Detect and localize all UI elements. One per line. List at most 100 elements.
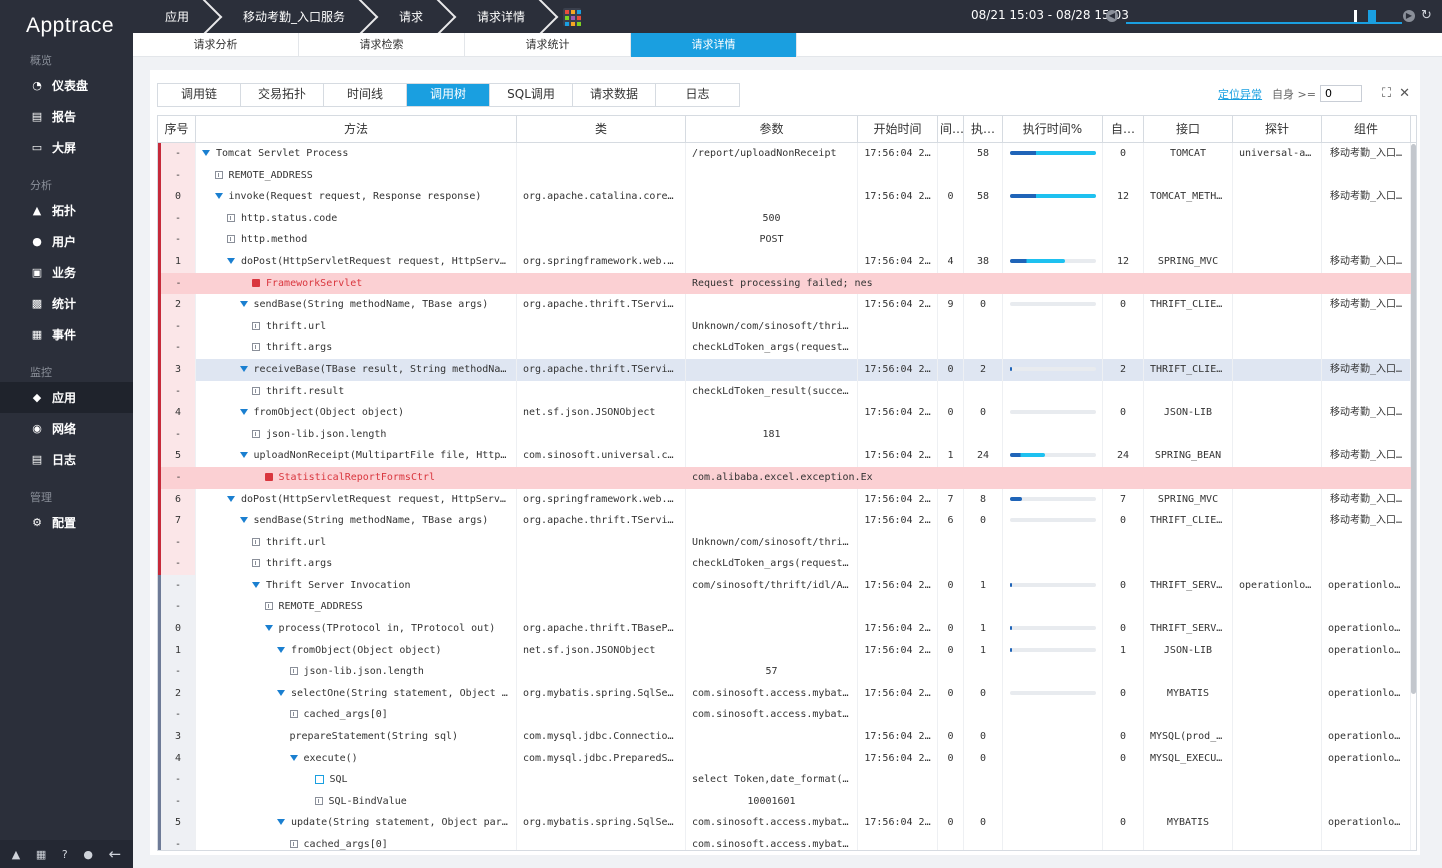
table-row[interactable]: 3 prepareStatement(String sql) com.mysql.j…	[158, 726, 1416, 748]
table-row[interactable]: 0 invoke(Request request, Response respon…	[158, 186, 1416, 208]
subtab[interactable]: 请求分析	[133, 33, 299, 57]
column-header[interactable]: 探针	[1233, 116, 1322, 143]
breadcrumb-item[interactable]: 应用	[133, 0, 211, 33]
self-threshold-input[interactable]	[1319, 85, 1362, 102]
table-row[interactable]: - thrift.result checkLdToken_result(succes…	[158, 380, 1416, 403]
table-row[interactable]: - Thrift Server Invocation com/sinosoft/th…	[158, 574, 1416, 597]
table-row[interactable]: 4 fromObject(Object object) net.sf.json.JS…	[158, 402, 1416, 424]
column-header[interactable]: 开始时间	[858, 116, 938, 143]
view-tab[interactable]: 调用树	[407, 84, 490, 106]
next-range-icon[interactable]: ▶	[1403, 10, 1415, 22]
column-header[interactable]: 接口	[1144, 116, 1233, 143]
table-row[interactable]: - http.method POST	[158, 229, 1416, 251]
sidebar-item[interactable]: ▦ 事件	[0, 319, 133, 350]
shirt-icon[interactable]: ▲	[12, 848, 20, 861]
expand-triangle-icon[interactable]	[239, 517, 248, 524]
table-row[interactable]: 3 receiveBase(TBase result, String method…	[158, 358, 1416, 381]
table-row[interactable]: - json-lib.json.length 57	[158, 661, 1416, 683]
table-row[interactable]: - REMOTE_ADDRESS	[158, 164, 1416, 187]
column-header[interactable]: 参数	[686, 116, 858, 143]
breadcrumb-item[interactable]: 请求	[367, 0, 445, 33]
sidebar-item[interactable]: ◉ 网络	[0, 413, 133, 444]
column-header[interactable]: 组件	[1322, 116, 1411, 143]
time-slider[interactable]	[1126, 10, 1402, 24]
subtab[interactable]: 请求检索	[299, 33, 465, 57]
expand-triangle-icon[interactable]	[264, 625, 273, 632]
table-row[interactable]: - http.status.code 500	[158, 207, 1416, 230]
table-row[interactable]: 6 doPost(HttpServletRequest request, Http…	[158, 488, 1416, 511]
expand-triangle-icon[interactable]	[227, 257, 235, 264]
sidebar-item[interactable]: ⚙ 配置	[0, 507, 133, 538]
table-row[interactable]: - cached_args[0] com.sinosoft.access.mybat…	[158, 834, 1416, 850]
sidebar-item[interactable]: ● 用户	[0, 226, 133, 257]
expand-triangle-icon[interactable]	[277, 819, 285, 826]
column-header[interactable]: 自…	[1103, 116, 1144, 143]
sidebar-item[interactable]: ▣ 业务	[0, 257, 133, 288]
expand-triangle-icon[interactable]	[214, 193, 223, 200]
column-header[interactable]: 间…	[938, 116, 964, 143]
view-tab[interactable]: SQL调用	[490, 84, 573, 106]
sidebar-item[interactable]: ◆ 应用	[0, 382, 133, 413]
sidebar-item[interactable]: ◔ 仪表盘	[0, 70, 133, 101]
table-row[interactable]: 5 update(String statement, Object paramet…	[158, 812, 1416, 834]
table-row[interactable]: - thrift.url Unknown/com/sinosoft/thrift/i…	[158, 315, 1416, 338]
subtab[interactable]: 请求详情	[631, 33, 797, 57]
breadcrumb-item[interactable]: 移动考勤_入口服务	[211, 0, 367, 33]
expand-triangle-icon[interactable]	[277, 646, 285, 653]
table-row[interactable]: - SQL select Token,date_format(effec	[158, 769, 1416, 791]
table-row[interactable]: 2 sendBase(String methodName, TBase args)…	[158, 294, 1416, 316]
sidebar-item[interactable]: ▲ 拓扑	[0, 195, 133, 226]
error-row[interactable]: - StatisticalReportFormsCtrl com.alibaba.e…	[158, 466, 1416, 489]
expand-triangle-icon[interactable]	[289, 754, 298, 761]
error-row[interactable]: - FrameworkServlet Request processing fail…	[158, 272, 1416, 295]
refresh-icon[interactable]: ↻	[1421, 8, 1432, 23]
expand-triangle-icon[interactable]	[202, 150, 210, 156]
view-tab[interactable]: 日志	[656, 84, 739, 106]
column-header[interactable]: 执…	[964, 116, 1003, 143]
account-icon[interactable]: ●	[83, 848, 93, 861]
expand-triangle-icon[interactable]	[239, 409, 248, 416]
table-row[interactable]: 5 uploadNonReceipt(MultipartFile file, Ht…	[158, 445, 1416, 467]
table-row[interactable]: 2 selectOne(String statement, Object para…	[158, 682, 1416, 705]
apps-grid-icon[interactable]	[563, 7, 582, 26]
table-row[interactable]: - thrift.args checkLdToken_args(requestStr…	[158, 337, 1416, 359]
vertical-scrollbar[interactable]	[1411, 144, 1416, 694]
column-header[interactable]: 方法	[196, 116, 517, 143]
table-row[interactable]: 0 process(TProtocol in, TProtocol out) org…	[158, 618, 1416, 640]
subtab[interactable]: 请求统计	[465, 33, 631, 57]
locate-anomaly-link[interactable]: 定位异常	[1218, 86, 1262, 102]
view-tab[interactable]: 请求数据	[573, 84, 656, 106]
table-row[interactable]: 4 execute() com.mysql.jdbc.PreparedSta… 17:…	[158, 747, 1416, 770]
table-row[interactable]: 1 fromObject(Object object) net.sf.json.JS…	[158, 639, 1416, 662]
table-row[interactable]: - cached_args[0] com.sinosoft.access.mybat…	[158, 704, 1416, 727]
close-icon[interactable]: ✕	[1399, 86, 1410, 101]
help-icon[interactable]: ?	[62, 848, 68, 861]
expand-triangle-icon[interactable]	[239, 365, 248, 372]
sidebar-item[interactable]: ▤ 日志	[0, 444, 133, 475]
column-header[interactable]: 类	[517, 116, 686, 143]
column-header[interactable]: 执行时间%	[1003, 116, 1103, 143]
table-row[interactable]: 7 sendBase(String methodName, TBase args)…	[158, 510, 1416, 532]
sidebar-item[interactable]: ▩ 统计	[0, 288, 133, 319]
sidebar-item[interactable]: ▤ 报告	[0, 101, 133, 132]
sidebar-item[interactable]: ▭ 大屏	[0, 132, 133, 163]
table-row[interactable]: - REMOTE_ADDRESS	[158, 596, 1416, 619]
expand-triangle-icon[interactable]	[227, 495, 235, 502]
collapse-arrow-icon[interactable]: ←	[109, 845, 122, 863]
view-tab[interactable]: 交易拓扑	[241, 84, 324, 106]
table-row[interactable]: - json-lib.json.length 181	[158, 423, 1416, 446]
table-row[interactable]: - thrift.args checkLdToken_args(requestStr…	[158, 553, 1416, 575]
prev-range-icon[interactable]: ◀	[1106, 10, 1118, 22]
expand-triangle-icon[interactable]	[277, 689, 285, 696]
table-row[interactable]: - thrift.url Unknown/com/sinosoft/thrift/i…	[158, 531, 1416, 554]
view-tab[interactable]: 时间线	[324, 84, 407, 106]
table-row[interactable]: 1 doPost(HttpServletRequest request, Http…	[158, 250, 1416, 273]
expand-triangle-icon[interactable]	[239, 452, 248, 459]
breadcrumb-item[interactable]: 请求详情	[445, 0, 547, 33]
expand-triangle-icon[interactable]	[239, 301, 248, 308]
table-row[interactable]: - SQL-BindValue 10001601	[158, 790, 1416, 813]
column-header[interactable]: 序号	[158, 116, 196, 143]
view-tab[interactable]: 调用链	[158, 84, 241, 106]
fullscreen-icon[interactable]: ⛶	[1382, 86, 1391, 101]
expand-triangle-icon[interactable]	[252, 581, 260, 588]
